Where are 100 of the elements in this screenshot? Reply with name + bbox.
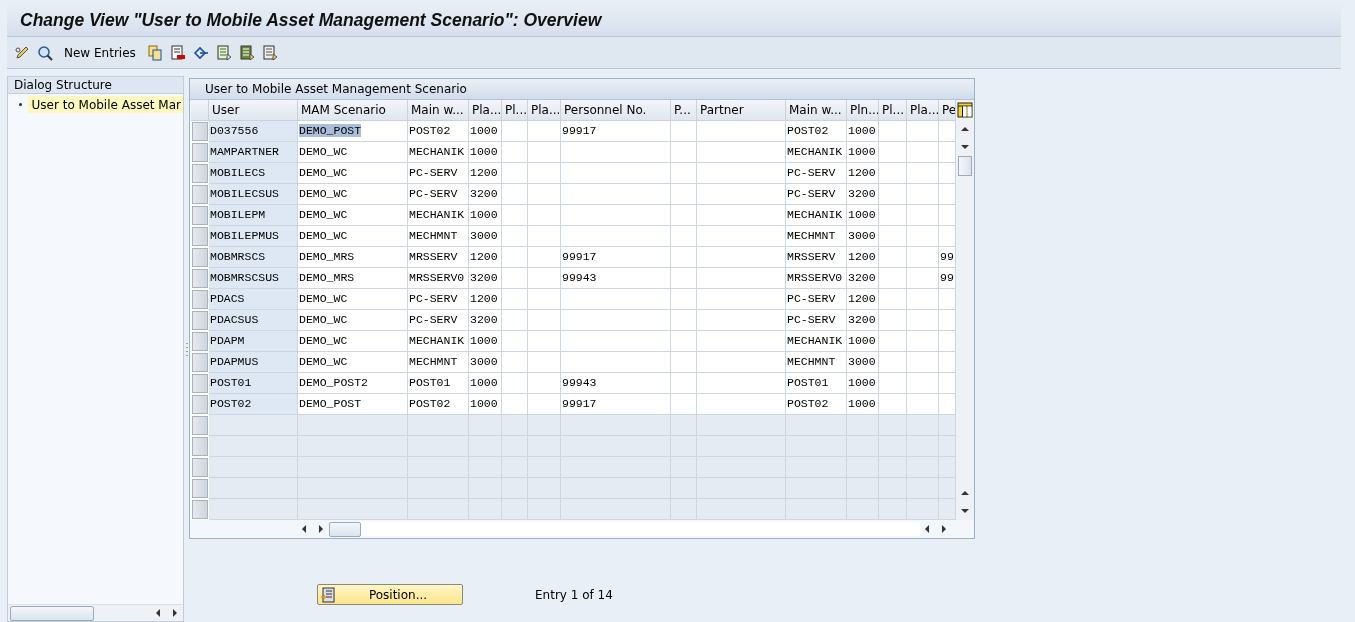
table-cell: 1200 bbox=[847, 289, 879, 310]
select-all-cell[interactable] bbox=[191, 100, 209, 121]
table-cell bbox=[879, 247, 907, 268]
table-cell bbox=[907, 121, 939, 142]
table-cell bbox=[879, 499, 907, 520]
row-selector[interactable] bbox=[192, 374, 208, 393]
row-selector[interactable] bbox=[192, 164, 208, 183]
table-cell bbox=[671, 205, 697, 226]
row-selector[interactable] bbox=[192, 500, 208, 519]
column-header[interactable]: Pe bbox=[939, 100, 956, 121]
column-header[interactable]: MAM Scenario bbox=[298, 100, 408, 121]
table-cell bbox=[879, 142, 907, 163]
column-header[interactable]: Pln... bbox=[847, 100, 879, 121]
table-cell bbox=[671, 289, 697, 310]
table-cell: D037556 bbox=[209, 121, 298, 142]
tree-item[interactable]: User to Mobile Asset Mar bbox=[27, 96, 183, 113]
table-cell: MECHANIK bbox=[408, 205, 469, 226]
table-cell bbox=[671, 247, 697, 268]
row-selector[interactable] bbox=[192, 416, 208, 435]
scroll-thumb[interactable] bbox=[329, 521, 361, 537]
column-header[interactable]: Partner bbox=[697, 100, 786, 121]
table-cell: PC-SERV bbox=[786, 310, 847, 331]
table-cell bbox=[847, 415, 879, 436]
row-selector[interactable] bbox=[192, 143, 208, 162]
scroll-thumb[interactable] bbox=[958, 156, 972, 176]
table-cell: 1000 bbox=[847, 373, 879, 394]
table-cell: PC-SERV bbox=[786, 289, 847, 310]
table-cell: DEMO_WC bbox=[298, 163, 408, 184]
table-cell: 3200 bbox=[847, 184, 879, 205]
row-selector[interactable] bbox=[192, 290, 208, 309]
table-cell bbox=[879, 373, 907, 394]
column-header[interactable]: Pl... bbox=[502, 100, 528, 121]
table-cell bbox=[671, 268, 697, 289]
table-cell bbox=[879, 331, 907, 352]
table-cell bbox=[502, 184, 528, 205]
table-cell: 1200 bbox=[847, 247, 879, 268]
table-cell: 99917 bbox=[561, 247, 671, 268]
row-selector[interactable] bbox=[192, 227, 208, 246]
table-cell: 1000 bbox=[847, 121, 879, 142]
row-selector[interactable] bbox=[192, 269, 208, 288]
table-cell: MECHANIK bbox=[408, 142, 469, 163]
row-selector[interactable] bbox=[192, 122, 208, 141]
table-cell: 1000 bbox=[469, 331, 502, 352]
table-cell bbox=[408, 415, 469, 436]
scroll-thumb[interactable] bbox=[10, 605, 94, 621]
row-selector[interactable] bbox=[192, 248, 208, 267]
table-cell bbox=[502, 205, 528, 226]
table-cell: PC-SERV bbox=[786, 184, 847, 205]
table-cell bbox=[879, 352, 907, 373]
table-cell: MOBMRSCSUS bbox=[209, 268, 298, 289]
column-header[interactable]: P... bbox=[671, 100, 697, 121]
row-selector[interactable] bbox=[192, 332, 208, 351]
table-cell: 3200 bbox=[469, 184, 502, 205]
table-cell bbox=[528, 184, 561, 205]
row-selector[interactable] bbox=[192, 206, 208, 225]
new-entries-button[interactable]: New Entries bbox=[58, 42, 142, 63]
table-cell bbox=[879, 205, 907, 226]
row-selector[interactable] bbox=[192, 479, 208, 498]
column-header[interactable]: Main w... bbox=[786, 100, 847, 121]
row-selector[interactable] bbox=[192, 311, 208, 330]
table-cell bbox=[671, 163, 697, 184]
table-cell: 1000 bbox=[847, 331, 879, 352]
table-cell: MRSSERV0 bbox=[786, 268, 847, 289]
row-selector[interactable] bbox=[192, 437, 208, 456]
table-cell bbox=[879, 268, 907, 289]
table-cell: MECHMNT bbox=[408, 226, 469, 247]
table-cell bbox=[502, 415, 528, 436]
table-cell: MRSSERV bbox=[408, 247, 469, 268]
column-header[interactable]: Pla... bbox=[469, 100, 502, 121]
column-header[interactable]: User bbox=[209, 100, 298, 121]
column-header[interactable]: Pla... bbox=[907, 100, 939, 121]
table-cell bbox=[528, 142, 561, 163]
table-cell: DEMO_POST2 bbox=[298, 373, 408, 394]
table-cell: MRSSERV bbox=[786, 247, 847, 268]
column-header[interactable]: Main w... bbox=[408, 100, 469, 121]
table-cell: POST01 bbox=[408, 373, 469, 394]
table-cell: 99943 bbox=[561, 373, 671, 394]
table-title: User to Mobile Asset Management Scenario bbox=[205, 82, 467, 96]
row-selector[interactable] bbox=[192, 395, 208, 414]
table-cell bbox=[528, 352, 561, 373]
table-cell: MECHMNT bbox=[786, 352, 847, 373]
table-cell bbox=[907, 352, 939, 373]
table-cell bbox=[671, 331, 697, 352]
table-cell bbox=[671, 184, 697, 205]
row-selector[interactable] bbox=[192, 185, 208, 204]
table-cell: DEMO_WC bbox=[298, 226, 408, 247]
table-cell: DEMO_WC bbox=[298, 205, 408, 226]
splitter-handle[interactable] bbox=[185, 342, 188, 356]
table-cell: DEMO_WC bbox=[298, 310, 408, 331]
column-settings-icon[interactable] bbox=[956, 100, 974, 120]
row-selector[interactable] bbox=[192, 458, 208, 477]
column-header[interactable]: Pl... bbox=[879, 100, 907, 121]
column-header[interactable]: Personnel No. bbox=[561, 100, 671, 121]
table-cell: DEMO_WC bbox=[298, 352, 408, 373]
table-cell bbox=[786, 415, 847, 436]
table-cell bbox=[502, 163, 528, 184]
column-header[interactable]: Pla... bbox=[528, 100, 561, 121]
table-cell: 1200 bbox=[847, 163, 879, 184]
row-selector[interactable] bbox=[192, 353, 208, 372]
position-button[interactable]: Position... bbox=[317, 584, 463, 605]
